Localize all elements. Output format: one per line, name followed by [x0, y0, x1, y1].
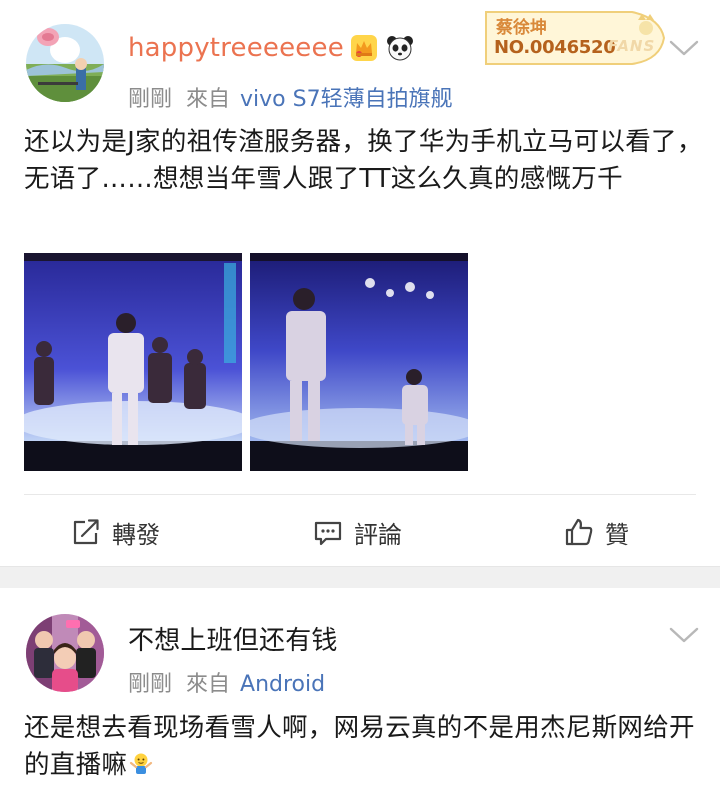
action-divider [24, 494, 696, 495]
post-text: 还是想去看现场看雪人啊，网易云真的不是用杰尼斯网给开的直播嘛 [24, 710, 704, 784]
fans-badge-name: 蔡徐坤 [496, 18, 547, 38]
post-meta: 剛剛 來自 Android [128, 666, 325, 698]
repost-label: 轉發 [112, 520, 160, 549]
from-label: 來自 [186, 87, 231, 112]
concert-photo-1[interactable] [24, 253, 242, 471]
post-text: 还以为是J家的祖传渣服务器，换了华为手机立马可以看了，无语了……想想当年雪人跟了… [24, 127, 703, 194]
like-button[interactable]: 贊 [563, 514, 629, 550]
comment-button[interactable]: 評論 [312, 514, 402, 550]
post-text-content: 还是想去看现场看雪人啊，网易云真的不是用杰尼斯网给开的直播嘛 [24, 713, 695, 780]
avatar[interactable] [26, 614, 104, 692]
fans-badge-number: NO.0046520 [494, 37, 616, 58]
post-time: 剛剛 [128, 672, 173, 697]
like-label: 贊 [605, 520, 629, 549]
avatar[interactable] [26, 24, 104, 102]
shrug-emoji-icon [129, 749, 153, 774]
comment-label: 評論 [354, 520, 402, 549]
fans-badge[interactable]: 蔡徐坤 NO.0046520 FANS [482, 10, 667, 66]
username[interactable]: happytreeeeeee [128, 33, 344, 63]
chevron-down-icon[interactable] [668, 625, 700, 645]
chevron-down-icon[interactable] [668, 38, 700, 58]
repost-icon [73, 519, 99, 545]
from-label: 來自 [186, 672, 231, 697]
fans-badge-label: FANS [608, 37, 656, 55]
crown-icon[interactable] [349, 33, 379, 63]
comment-icon [314, 521, 342, 546]
post-source[interactable]: Android [240, 672, 325, 697]
repost-button[interactable]: 轉發 [70, 514, 160, 550]
concert-photo-2[interactable] [250, 253, 468, 471]
feed-post: happytreeeeeee 蔡徐坤 NO.0046520 FANS 剛剛 來自… [0, 0, 720, 566]
post-separator [0, 566, 720, 588]
panda-icon[interactable] [385, 33, 415, 63]
feed-post: 不想上班但还有钱 剛剛 來自 Android 还是想去看现场看雪人啊，网易云真的不是… [0, 588, 720, 790]
post-source[interactable]: vivo S7轻薄自拍旗舰 [240, 87, 453, 112]
post-meta: 剛剛 來自 vivo S7轻薄自拍旗舰 [128, 81, 453, 113]
user-badges [349, 33, 415, 63]
username[interactable]: 不想上班但还有钱 [128, 620, 338, 657]
thumbs-up-icon [565, 518, 593, 546]
post-time: 剛剛 [128, 87, 173, 112]
